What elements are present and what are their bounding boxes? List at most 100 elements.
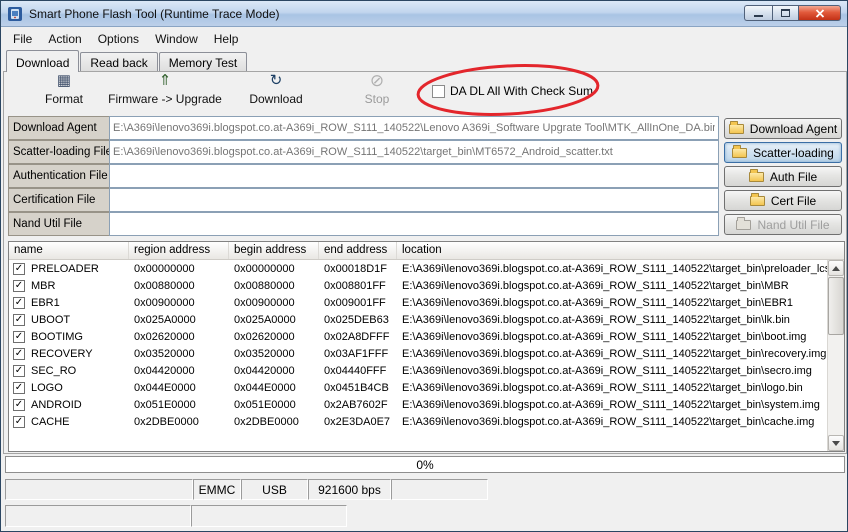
end-address-cell: 0x025DEB63 <box>324 313 389 326</box>
progress-percent: 0% <box>416 458 434 472</box>
partition-name: MBR <box>31 279 56 292</box>
region-address-cell: 0x051E0000 <box>134 398 196 411</box>
table-body: ✓ PRELOADER 0x00000000 0x00000000 0x0001… <box>9 260 827 451</box>
table-row[interactable]: ✓ SEC_RO 0x04420000 0x04420000 0x04440FF… <box>9 362 827 379</box>
tab-download[interactable]: Download <box>6 50 80 72</box>
begin-address-cell: 0x00880000 <box>234 279 295 292</box>
column-header-region-address[interactable]: region address <box>129 242 229 259</box>
begin-address-cell: 0x03520000 <box>234 347 295 360</box>
table-row[interactable]: ✓ EBR1 0x00900000 0x00900000 0x009001FF … <box>9 294 827 311</box>
format-button[interactable]: ▦ Format <box>29 72 99 114</box>
location-cell: E:\A369i\lenovo369i.blogspot.co.at-A369i… <box>402 296 793 309</box>
location-cell: E:\A369i\lenovo369i.blogspot.co.at-A369i… <box>402 398 820 411</box>
table-scrollbar[interactable] <box>827 260 844 451</box>
row-checkbox[interactable]: ✓ <box>13 296 25 309</box>
partition-name: ANDROID <box>31 398 82 411</box>
column-header-name[interactable]: name <box>9 242 129 259</box>
tab-memory-test[interactable]: Memory Test <box>158 52 248 71</box>
scroll-up-button[interactable] <box>828 260 844 276</box>
table-row[interactable]: ✓ PRELOADER 0x00000000 0x00000000 0x0001… <box>9 260 827 277</box>
row-checkbox[interactable]: ✓ <box>13 313 25 326</box>
scatter-loading-button[interactable]: Scatter-loading <box>724 142 842 163</box>
app-icon <box>8 6 22 21</box>
table-header: name region address begin address end ad… <box>9 242 844 260</box>
table-row[interactable]: ✓ CACHE 0x2DBE0000 0x2DBE0000 0x2E3DA0E7… <box>9 413 827 430</box>
window-controls <box>744 5 841 21</box>
firmware-upgrade-icon: ⇑ <box>158 72 172 89</box>
row-checkbox[interactable]: ✓ <box>13 262 25 275</box>
table-row[interactable]: ✓ ANDROID 0x051E0000 0x051E0000 0x2AB760… <box>9 396 827 413</box>
column-header-begin-address[interactable]: begin address <box>229 242 319 259</box>
end-address-cell: 0x2E3DA0E7 <box>324 415 391 428</box>
certification-input[interactable] <box>109 188 719 212</box>
table-row[interactable]: ✓ RECOVERY 0x03520000 0x03520000 0x03AF1… <box>9 345 827 362</box>
table-row[interactable]: ✓ UBOOT 0x025A0000 0x025A0000 0x025DEB63… <box>9 311 827 328</box>
row-checkbox[interactable]: ✓ <box>13 415 25 428</box>
table-row[interactable]: ✓ MBR 0x00880000 0x00880000 0x008801FF E… <box>9 277 827 294</box>
column-header-end-address[interactable]: end address <box>319 242 397 259</box>
table-row[interactable]: ✓ BOOTIMG 0x02620000 0x02620000 0x02A8DF… <box>9 328 827 345</box>
nand-util-file-button[interactable]: Nand Util File <box>724 214 842 235</box>
folder-icon <box>749 192 765 206</box>
nand-util-input[interactable] <box>109 212 719 236</box>
end-address-cell: 0x04440FFF <box>324 364 387 377</box>
scatter-loading-button-label: Scatter-loading <box>753 145 834 160</box>
region-address-cell: 0x00880000 <box>134 279 195 292</box>
menu-item-file[interactable]: File <box>5 30 40 48</box>
menu-item-options[interactable]: Options <box>90 30 147 48</box>
menu-item-window[interactable]: Window <box>147 30 206 48</box>
menu-item-help[interactable]: Help <box>206 30 247 48</box>
folder-icon <box>732 144 748 158</box>
progress-bar: 0% <box>5 456 845 473</box>
scroll-down-button[interactable] <box>828 435 844 451</box>
firmware-upgrade-button[interactable]: ⇑ Firmware -> Upgrade <box>101 72 229 114</box>
scroll-thumb[interactable] <box>828 277 844 335</box>
arrow-up-icon <box>832 265 840 271</box>
stop-icon: ⊘ <box>369 71 385 90</box>
authentication-input[interactable] <box>109 164 719 188</box>
format-label: Format <box>44 92 83 106</box>
row-checkbox[interactable]: ✓ <box>13 279 25 292</box>
close-button[interactable] <box>799 5 841 21</box>
minimize-button[interactable] <box>744 5 772 21</box>
firmware-upgrade-label: Firmware -> Upgrade <box>108 92 222 106</box>
region-address-cell: 0x044E0000 <box>134 381 196 394</box>
begin-address-cell: 0x051E0000 <box>234 398 296 411</box>
download-agent-button[interactable]: Download Agent <box>724 118 842 139</box>
scatter-file-input[interactable] <box>109 140 719 164</box>
row-checkbox[interactable]: ✓ <box>13 364 25 377</box>
table-row[interactable]: ✓ LOGO 0x044E0000 0x044E0000 0x0451B4CB … <box>9 379 827 396</box>
column-header-location[interactable]: location <box>397 242 844 259</box>
begin-address-cell: 0x00000000 <box>234 262 295 275</box>
auth-file-button[interactable]: Auth File <box>724 166 842 187</box>
folder-icon <box>748 168 764 182</box>
download-button[interactable]: ↻ Download <box>241 72 311 114</box>
title-bar[interactable]: Smart Phone Flash Tool (Runtime Trace Mo… <box>1 1 847 27</box>
stop-label: Stop <box>364 92 390 106</box>
row-checkbox[interactable]: ✓ <box>13 347 25 360</box>
folder-icon <box>736 216 752 230</box>
field-label-nand-util: Nand Util File <box>8 212 110 236</box>
location-cell: E:\A369i\lenovo369i.blogspot.co.at-A369i… <box>402 381 803 394</box>
partition-table: name region address begin address end ad… <box>8 241 845 452</box>
row-checkbox[interactable]: ✓ <box>13 398 25 411</box>
arrow-down-icon <box>832 440 840 446</box>
stop-button[interactable]: ⊘ Stop <box>346 72 408 114</box>
location-cell: E:\A369i\lenovo369i.blogspot.co.at-A369i… <box>402 364 812 377</box>
partition-name: RECOVERY <box>31 347 93 360</box>
download-agent-input[interactable] <box>109 116 719 140</box>
partition-name: EBR1 <box>31 296 60 309</box>
tab-read-back[interactable]: Read back <box>80 52 158 71</box>
begin-address-cell: 0x2DBE0000 <box>234 415 299 428</box>
location-cell: E:\A369i\lenovo369i.blogspot.co.at-A369i… <box>402 347 827 360</box>
maximize-button[interactable] <box>772 5 799 21</box>
location-cell: E:\A369i\lenovo369i.blogspot.co.at-A369i… <box>402 313 790 326</box>
row-checkbox[interactable]: ✓ <box>13 381 25 394</box>
da-checksum-checkbox[interactable] <box>432 84 445 98</box>
cert-file-button[interactable]: Cert File <box>724 190 842 211</box>
menu-item-action[interactable]: Action <box>40 30 89 48</box>
da-checksum-option: DA DL All With Check Sum <box>432 84 593 98</box>
location-cell: E:\A369i\lenovo369i.blogspot.co.at-A369i… <box>402 279 789 292</box>
partition-name: SEC_RO <box>31 364 77 377</box>
row-checkbox[interactable]: ✓ <box>13 330 25 343</box>
